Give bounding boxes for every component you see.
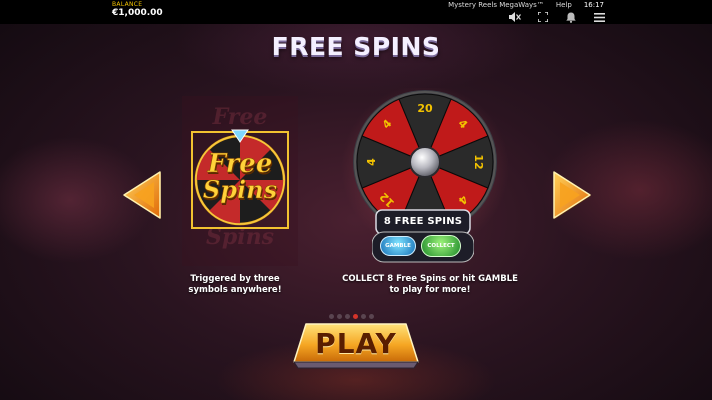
gamble-label: GAMBLE xyxy=(385,243,411,249)
play-label: PLAY xyxy=(315,327,397,360)
mute-icon[interactable] xyxy=(508,11,522,23)
page-title: FREE SPINS xyxy=(271,32,441,61)
svg-text:Free: Free xyxy=(212,104,268,130)
left-caption-line1: Triggered by three xyxy=(190,274,280,284)
collect-label: COLLECT xyxy=(427,243,455,249)
pagination-dots xyxy=(329,314,374,319)
help-link[interactable]: Help xyxy=(556,1,572,9)
collect-button[interactable]: COLLECT xyxy=(421,235,461,257)
right-caption-line1: COLLECT 8 Free Spins or hit GAMBLE xyxy=(342,274,518,284)
free-spins-badge: 8 FREE SPINS xyxy=(383,216,463,227)
notification-icon[interactable] xyxy=(564,11,578,23)
game-name: Mystery Reels MegaWays™ xyxy=(448,1,544,9)
fullscreen-icon[interactable] xyxy=(536,11,550,23)
play-button[interactable]: PLAY xyxy=(292,322,420,370)
balance-value: €1,000.00 xyxy=(112,8,163,18)
free-spins-symbol: Free Spins Free Free Spins Spins xyxy=(180,96,300,266)
pagination-dot[interactable] xyxy=(337,314,342,319)
pagination-dot[interactable] xyxy=(361,314,366,319)
wheel-number: 20 xyxy=(417,102,433,115)
pagination-dot[interactable] xyxy=(353,314,358,319)
top-icons xyxy=(508,11,606,23)
left-caption-line2: symbols anywhere! xyxy=(188,285,282,295)
wheel-number: 12 xyxy=(472,154,485,169)
top-info: Mystery Reels MegaWays™ Help 16:17 xyxy=(448,1,604,9)
pagination-dot[interactable] xyxy=(369,314,374,319)
pagination-dot[interactable] xyxy=(345,314,350,319)
gamble-button[interactable]: GAMBLE xyxy=(380,236,416,256)
right-caption: COLLECT 8 Free Spins or hit GAMBLE to pl… xyxy=(330,274,530,296)
left-caption: Triggered by three symbols anywhere! xyxy=(170,274,300,296)
clock: 16:17 xyxy=(583,1,604,9)
wheel-number: 4 xyxy=(365,158,378,166)
right-caption-line2: to play for more! xyxy=(389,285,471,295)
free-spins-logo-line2: Spins xyxy=(203,175,278,204)
menu-icon[interactable] xyxy=(592,11,606,23)
previous-arrow-button[interactable] xyxy=(120,168,164,222)
next-arrow-button[interactable] xyxy=(550,168,594,222)
balance-display: BALANCE €1,000.00 xyxy=(112,2,163,18)
pagination-dot[interactable] xyxy=(329,314,334,319)
top-bar: BALANCE €1,000.00 Mystery Reels MegaWays… xyxy=(0,0,712,24)
